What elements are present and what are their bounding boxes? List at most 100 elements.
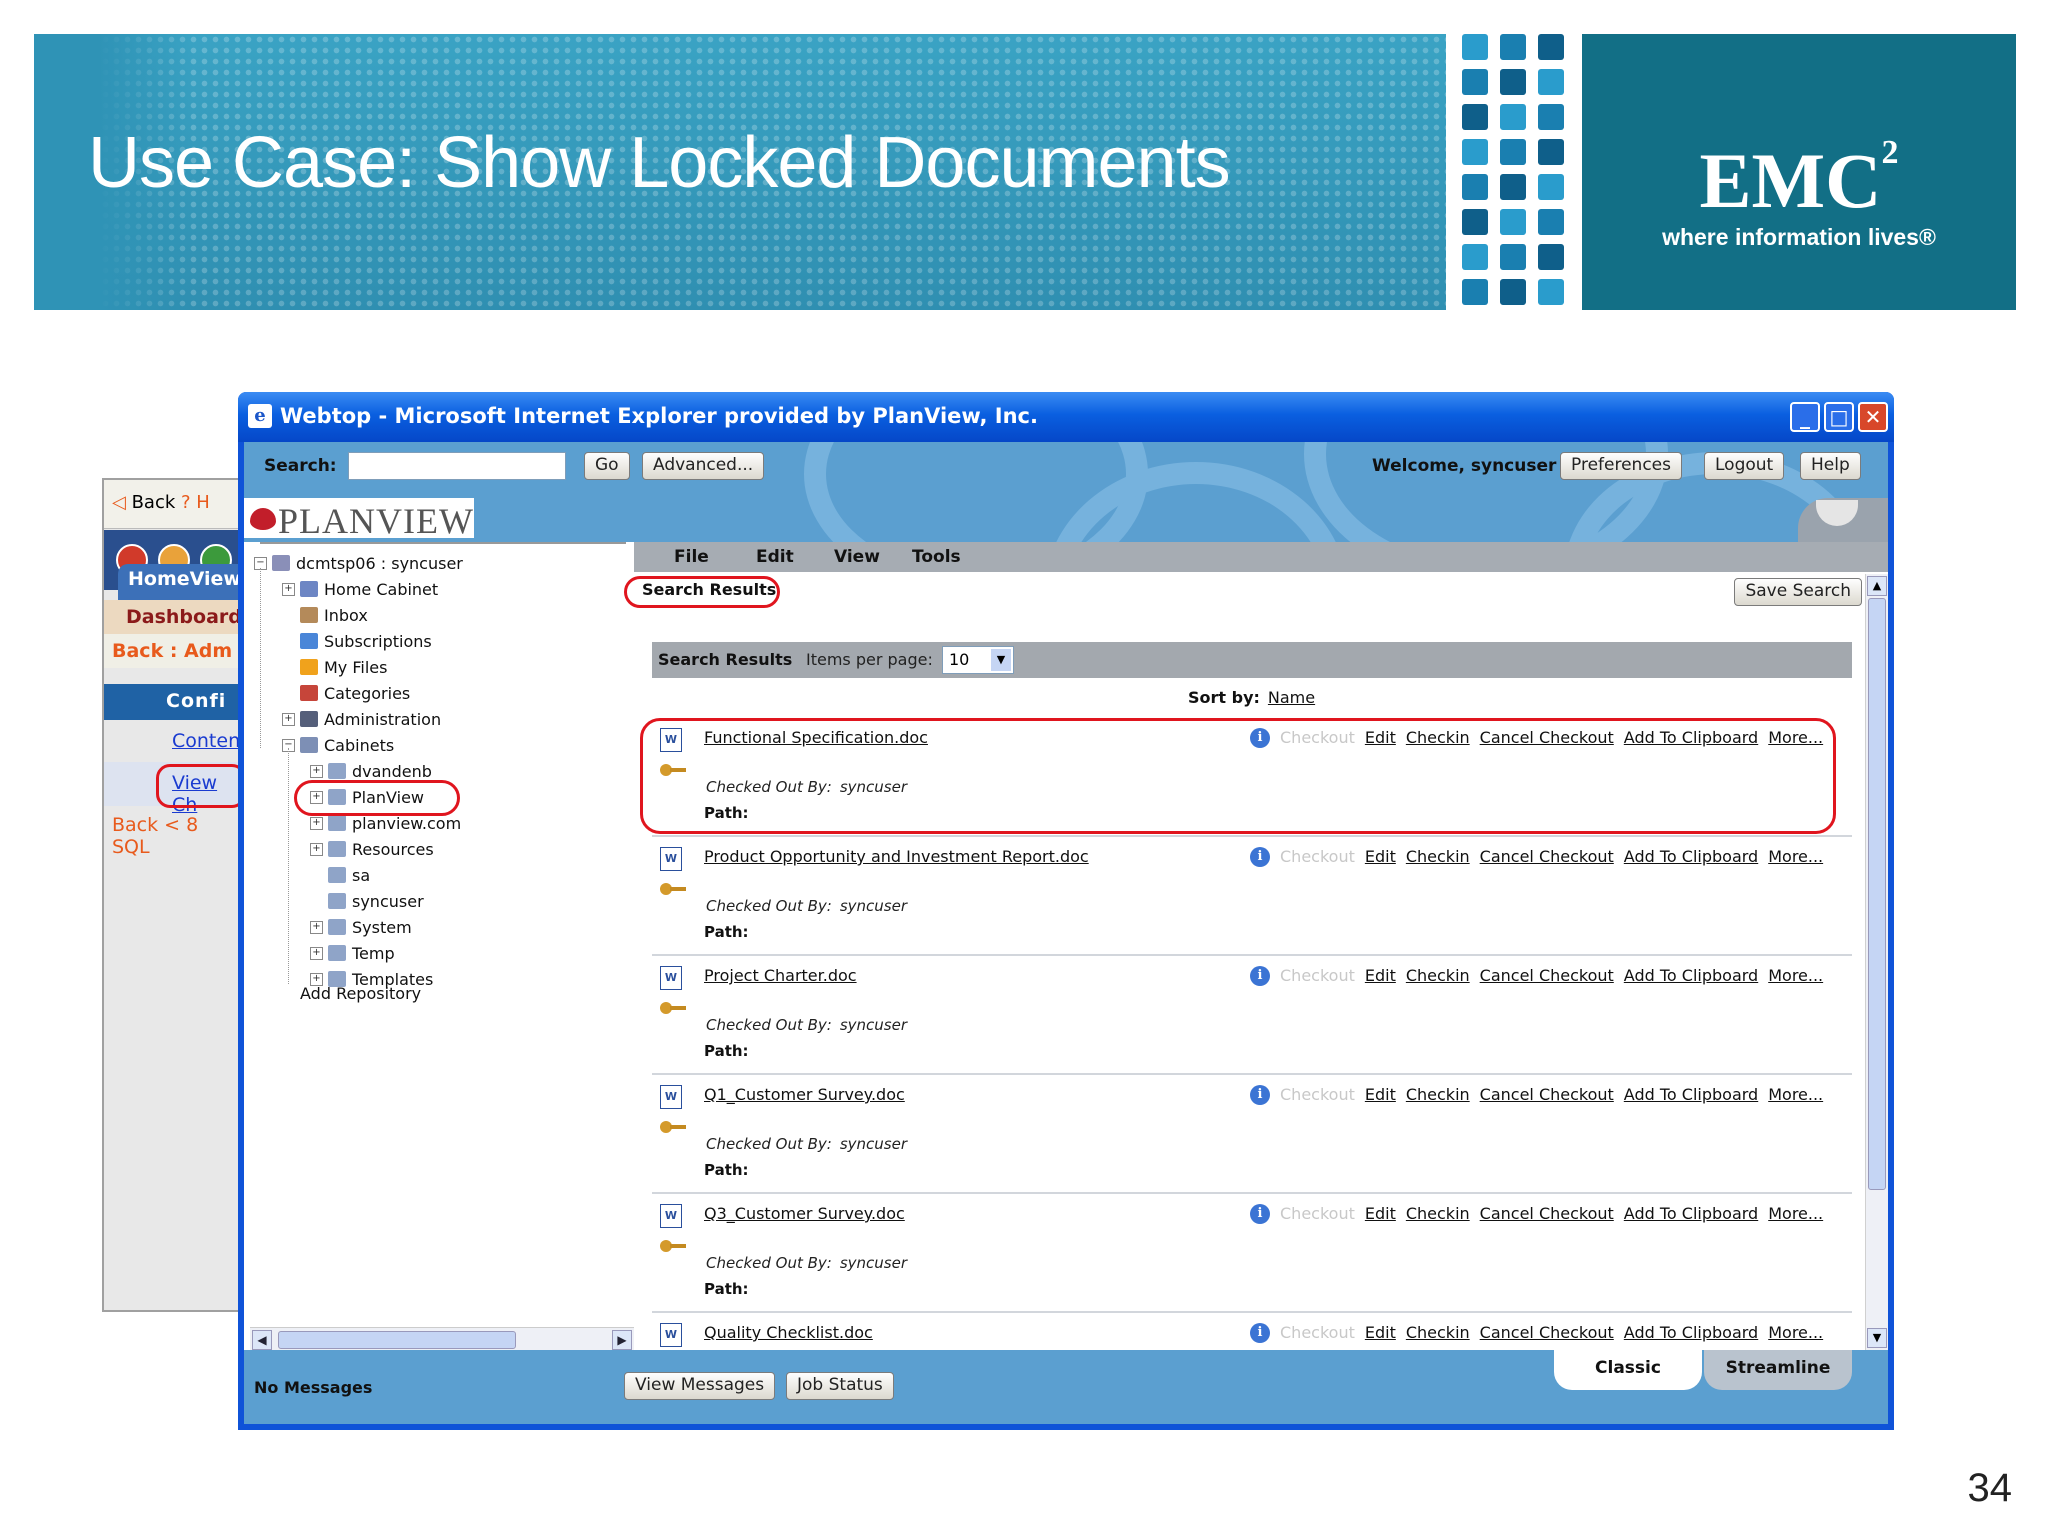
tree-node[interactable]: Categories xyxy=(300,684,410,703)
cancel-checkout-action[interactable]: Cancel Checkout xyxy=(1480,728,1614,747)
tree-toggle-expand-icon[interactable]: + xyxy=(310,843,323,856)
more-action[interactable]: More... xyxy=(1768,728,1823,747)
job-status-button[interactable]: Job Status xyxy=(786,1372,894,1400)
more-action[interactable]: More... xyxy=(1768,1085,1823,1104)
info-icon[interactable]: i xyxy=(1250,966,1270,986)
more-action[interactable]: More... xyxy=(1768,847,1823,866)
tree-toggle-expand-icon[interactable]: + xyxy=(310,765,323,778)
minimize-button[interactable]: _ xyxy=(1790,402,1820,432)
maximize-button[interactable]: □ xyxy=(1824,402,1854,432)
more-action[interactable]: More... xyxy=(1768,1204,1823,1223)
info-icon[interactable]: i xyxy=(1250,728,1270,748)
add-to-clipboard-action[interactable]: Add To Clipboard xyxy=(1624,1323,1758,1342)
search-input[interactable] xyxy=(348,452,566,480)
add-to-clipboard-action[interactable]: Add To Clipboard xyxy=(1624,728,1758,747)
edit-action[interactable]: Edit xyxy=(1365,1085,1396,1104)
tree-node[interactable]: syncuser xyxy=(328,892,424,911)
edit-action[interactable]: Edit xyxy=(1365,966,1396,985)
checkin-action[interactable]: Checkin xyxy=(1406,728,1470,747)
menu-file[interactable]: File xyxy=(674,547,709,567)
preferences-button[interactable]: Preferences xyxy=(1560,452,1682,480)
cancel-checkout-action[interactable]: Cancel Checkout xyxy=(1480,847,1614,866)
document-name-link[interactable]: Product Opportunity and Investment Repor… xyxy=(704,847,1089,866)
tree-toggle-expand-icon[interactable]: + xyxy=(310,791,323,804)
tab-classic[interactable]: Classic xyxy=(1554,1350,1702,1390)
checkin-action[interactable]: Checkin xyxy=(1406,847,1470,866)
scroll-up-icon[interactable]: ▲ xyxy=(1867,576,1887,596)
checkin-action[interactable]: Checkin xyxy=(1406,1085,1470,1104)
tree-toggle-expand-icon[interactable]: + xyxy=(310,921,323,934)
view-messages-button[interactable]: View Messages xyxy=(624,1372,776,1400)
edit-action[interactable]: Edit xyxy=(1365,1323,1396,1342)
word-document-icon[interactable]: W xyxy=(660,847,682,871)
document-name-link[interactable]: Quality Checklist.doc xyxy=(704,1323,873,1342)
tree-node[interactable]: Cabinets xyxy=(300,736,394,755)
tree-node[interactable]: sa xyxy=(328,866,370,885)
document-name-link[interactable]: Q3_Customer Survey.doc xyxy=(704,1204,905,1223)
tree-toggle-expand-icon[interactable]: + xyxy=(310,947,323,960)
menu-view[interactable]: View xyxy=(834,547,880,567)
cancel-checkout-action[interactable]: Cancel Checkout xyxy=(1480,966,1614,985)
bg-back-button[interactable]: ◁ Back ? H xyxy=(112,492,210,513)
cancel-checkout-action[interactable]: Cancel Checkout xyxy=(1480,1323,1614,1342)
cancel-checkout-action[interactable]: Cancel Checkout xyxy=(1480,1204,1614,1223)
info-icon[interactable]: i xyxy=(1250,1204,1270,1224)
menu-edit[interactable]: Edit xyxy=(756,547,794,567)
edit-action[interactable]: Edit xyxy=(1365,847,1396,866)
tree-node[interactable]: System xyxy=(328,918,412,937)
tree-node[interactable]: Administration xyxy=(300,710,441,729)
tree-toggle-expand-icon[interactable]: + xyxy=(282,583,295,596)
tree-node[interactable]: dcmtsp06 : syncuser xyxy=(272,554,463,573)
bg-back-admin[interactable]: Back : Adm xyxy=(104,634,244,668)
tree-node[interactable]: Subscriptions xyxy=(300,632,432,651)
tree-node[interactable]: Resources xyxy=(328,840,434,859)
tree-node[interactable]: PlanView xyxy=(328,788,424,807)
save-search-button[interactable]: Save Search xyxy=(1734,578,1862,606)
checkin-action[interactable]: Checkin xyxy=(1406,1323,1470,1342)
bg-back-sql[interactable]: Back < 8 SQL xyxy=(104,810,244,862)
edit-action[interactable]: Edit xyxy=(1365,728,1396,747)
cancel-checkout-action[interactable]: Cancel Checkout xyxy=(1480,1085,1614,1104)
checkin-action[interactable]: Checkin xyxy=(1406,966,1470,985)
edit-action[interactable]: Edit xyxy=(1365,1204,1396,1223)
tab-homeview[interactable]: HomeView xyxy=(118,564,244,600)
add-to-clipboard-action[interactable]: Add To Clipboard xyxy=(1624,1204,1758,1223)
tree-toggle-expand-icon[interactable]: + xyxy=(310,817,323,830)
tree-node[interactable]: Temp xyxy=(328,944,395,963)
tab-streamline[interactable]: Streamline xyxy=(1704,1350,1852,1390)
go-button[interactable]: Go xyxy=(584,452,630,480)
checkin-action[interactable]: Checkin xyxy=(1406,1204,1470,1223)
add-repository-link[interactable]: Add Repository xyxy=(300,984,421,1003)
tree-node[interactable]: planview.com xyxy=(328,814,461,833)
tree-horizontal-scrollbar[interactable]: ◀ ▶ xyxy=(250,1327,634,1350)
tree-toggle-expand-icon[interactable]: + xyxy=(282,713,295,726)
items-per-page-select[interactable]: 10 ▼ xyxy=(942,646,1014,674)
advanced-search-button[interactable]: Advanced... xyxy=(642,452,765,480)
more-action[interactable]: More... xyxy=(1768,1323,1823,1342)
menu-tools[interactable]: Tools xyxy=(912,547,961,567)
add-to-clipboard-action[interactable]: Add To Clipboard xyxy=(1624,1085,1758,1104)
tree-node[interactable]: My Files xyxy=(300,658,387,677)
word-document-icon[interactable]: W xyxy=(660,1085,682,1109)
content-vertical-scrollbar[interactable]: ▲ ▼ xyxy=(1865,574,1888,1350)
logout-button[interactable]: Logout xyxy=(1704,452,1785,480)
document-name-link[interactable]: Q1_Customer Survey.doc xyxy=(704,1085,905,1104)
help-button[interactable]: Help xyxy=(1800,452,1861,480)
tree-node[interactable]: Home Cabinet xyxy=(300,580,438,599)
tree-node[interactable]: Inbox xyxy=(300,606,368,625)
sort-by-name-link[interactable]: Name xyxy=(1268,688,1315,707)
tree-node[interactable]: dvandenb xyxy=(328,762,432,781)
add-to-clipboard-action[interactable]: Add To Clipboard xyxy=(1624,966,1758,985)
info-icon[interactable]: i xyxy=(1250,847,1270,867)
more-action[interactable]: More... xyxy=(1768,966,1823,985)
close-button[interactable]: ✕ xyxy=(1858,402,1888,432)
word-document-icon[interactable]: W xyxy=(660,1323,682,1347)
info-icon[interactable]: i xyxy=(1250,1323,1270,1343)
word-document-icon[interactable]: W xyxy=(660,1204,682,1228)
bg-content-link[interactable]: Content xyxy=(172,730,244,752)
bg-dashboard-label[interactable]: Dashboard xyxy=(104,600,244,634)
scroll-down-icon[interactable]: ▼ xyxy=(1867,1328,1887,1348)
info-icon[interactable]: i xyxy=(1250,1085,1270,1105)
scroll-right-icon[interactable]: ▶ xyxy=(612,1330,632,1350)
document-name-link[interactable]: Project Charter.doc xyxy=(704,966,857,985)
